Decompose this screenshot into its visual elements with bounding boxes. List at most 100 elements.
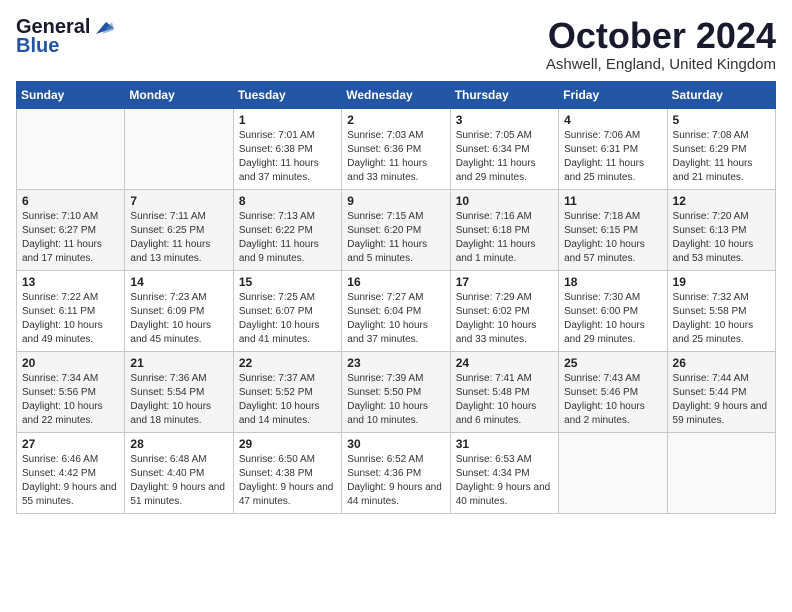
day-info: Sunrise: 7:10 AM Sunset: 6:27 PM Dayligh… [22,210,119,266]
day-info: Sunrise: 7:08 AM Sunset: 6:29 PM Dayligh… [673,129,770,185]
calendar-cell: 15 Sunrise: 7:25 AM Sunset: 6:07 PM Dayli… [233,270,341,351]
day-number: 2 [347,113,444,127]
day-number: 10 [456,194,553,208]
calendar-cell: 24 Sunrise: 7:41 AM Sunset: 5:48 PM Dayli… [450,351,558,432]
day-info: Sunrise: 7:27 AM Sunset: 6:04 PM Dayligh… [347,291,444,347]
week-row-2: 6 Sunrise: 7:10 AM Sunset: 6:27 PM Daylig… [17,189,776,270]
calendar-cell: 12 Sunrise: 7:20 AM Sunset: 6:13 PM Dayli… [667,189,775,270]
calendar-cell [667,432,775,513]
day-info: Sunrise: 7:32 AM Sunset: 5:58 PM Dayligh… [673,291,770,347]
day-header-friday: Friday [559,81,667,108]
day-number: 15 [239,275,336,289]
week-row-3: 13 Sunrise: 7:22 AM Sunset: 6:11 PM Dayli… [17,270,776,351]
location: Ashwell, England, United Kingdom [546,56,776,73]
day-number: 25 [564,356,661,370]
calendar-cell: 8 Sunrise: 7:13 AM Sunset: 6:22 PM Daylig… [233,189,341,270]
day-info: Sunrise: 7:25 AM Sunset: 6:07 PM Dayligh… [239,291,336,347]
day-info: Sunrise: 7:11 AM Sunset: 6:25 PM Dayligh… [130,210,227,266]
calendar-cell: 3 Sunrise: 7:05 AM Sunset: 6:34 PM Daylig… [450,108,558,189]
day-number: 19 [673,275,770,289]
week-row-4: 20 Sunrise: 7:34 AM Sunset: 5:56 PM Dayli… [17,351,776,432]
day-info: Sunrise: 7:13 AM Sunset: 6:22 PM Dayligh… [239,210,336,266]
calendar-cell: 20 Sunrise: 7:34 AM Sunset: 5:56 PM Dayli… [17,351,125,432]
calendar-cell: 7 Sunrise: 7:11 AM Sunset: 6:25 PM Daylig… [125,189,233,270]
logo-blue: Blue [16,35,59,58]
calendar-cell: 30 Sunrise: 6:52 AM Sunset: 4:36 PM Dayli… [342,432,450,513]
day-header-monday: Monday [125,81,233,108]
header-row: SundayMondayTuesdayWednesdayThursdayFrid… [17,81,776,108]
calendar-cell [559,432,667,513]
calendar-cell: 4 Sunrise: 7:06 AM Sunset: 6:31 PM Daylig… [559,108,667,189]
day-info: Sunrise: 7:29 AM Sunset: 6:02 PM Dayligh… [456,291,553,347]
day-info: Sunrise: 7:39 AM Sunset: 5:50 PM Dayligh… [347,372,444,428]
day-info: Sunrise: 7:34 AM Sunset: 5:56 PM Dayligh… [22,372,119,428]
day-info: Sunrise: 6:52 AM Sunset: 4:36 PM Dayligh… [347,453,444,509]
day-info: Sunrise: 7:16 AM Sunset: 6:18 PM Dayligh… [456,210,553,266]
day-number: 5 [673,113,770,127]
month-title: October 2024 [546,16,776,56]
day-header-thursday: Thursday [450,81,558,108]
week-row-5: 27 Sunrise: 6:46 AM Sunset: 4:42 PM Dayli… [17,432,776,513]
day-number: 13 [22,275,119,289]
week-row-1: 1 Sunrise: 7:01 AM Sunset: 6:38 PM Daylig… [17,108,776,189]
calendar-cell: 6 Sunrise: 7:10 AM Sunset: 6:27 PM Daylig… [17,189,125,270]
calendar-table: SundayMondayTuesdayWednesdayThursdayFrid… [16,81,776,514]
day-number: 3 [456,113,553,127]
calendar-cell: 10 Sunrise: 7:16 AM Sunset: 6:18 PM Dayli… [450,189,558,270]
calendar-cell: 16 Sunrise: 7:27 AM Sunset: 6:04 PM Dayli… [342,270,450,351]
day-info: Sunrise: 7:20 AM Sunset: 6:13 PM Dayligh… [673,210,770,266]
day-info: Sunrise: 7:44 AM Sunset: 5:44 PM Dayligh… [673,372,770,428]
day-info: Sunrise: 7:05 AM Sunset: 6:34 PM Dayligh… [456,129,553,185]
logo: General Blue [16,16,114,58]
day-number: 22 [239,356,336,370]
day-header-saturday: Saturday [667,81,775,108]
day-number: 18 [564,275,661,289]
calendar-cell: 9Sunrise: 7:15 AM Sunset: 6:20 PM Daylig… [342,189,450,270]
day-number: 8 [239,194,336,208]
day-number: 29 [239,437,336,451]
calendar-cell [17,108,125,189]
calendar-cell: 13 Sunrise: 7:22 AM Sunset: 6:11 PM Dayli… [17,270,125,351]
day-info: Sunrise: 6:46 AM Sunset: 4:42 PM Dayligh… [22,453,119,509]
calendar-cell: 31 Sunrise: 6:53 AM Sunset: 4:34 PM Dayli… [450,432,558,513]
day-info: Sunrise: 7:36 AM Sunset: 5:54 PM Dayligh… [130,372,227,428]
day-info: Sunrise: 7:18 AM Sunset: 6:15 PM Dayligh… [564,210,661,266]
day-header-tuesday: Tuesday [233,81,341,108]
day-number: 24 [456,356,553,370]
calendar-cell: 23 Sunrise: 7:39 AM Sunset: 5:50 PM Dayli… [342,351,450,432]
day-number: 30 [347,437,444,451]
day-number: 1 [239,113,336,127]
day-info: Sunrise: 6:50 AM Sunset: 4:38 PM Dayligh… [239,453,336,509]
calendar-cell: 27 Sunrise: 6:46 AM Sunset: 4:42 PM Dayli… [17,432,125,513]
day-info: Sunrise: 7:23 AM Sunset: 6:09 PM Dayligh… [130,291,227,347]
day-number: 31 [456,437,553,451]
day-info: Sunrise: 6:48 AM Sunset: 4:40 PM Dayligh… [130,453,227,509]
calendar-cell: 1 Sunrise: 7:01 AM Sunset: 6:38 PM Daylig… [233,108,341,189]
day-number: 6 [22,194,119,208]
calendar-cell: 29 Sunrise: 6:50 AM Sunset: 4:38 PM Dayli… [233,432,341,513]
calendar-cell [125,108,233,189]
calendar-cell: 22Sunrise: 7:37 AM Sunset: 5:52 PM Dayli… [233,351,341,432]
page-header: General Blue October 2024 Ashwell, Engla… [16,16,776,73]
calendar-cell: 18Sunrise: 7:30 AM Sunset: 6:00 PM Dayli… [559,270,667,351]
day-number: 16 [347,275,444,289]
calendar-cell: 19 Sunrise: 7:32 AM Sunset: 5:58 PM Dayli… [667,270,775,351]
day-number: 20 [22,356,119,370]
day-number: 23 [347,356,444,370]
day-number: 12 [673,194,770,208]
day-info: Sunrise: 7:41 AM Sunset: 5:48 PM Dayligh… [456,372,553,428]
day-info: Sunrise: 7:06 AM Sunset: 6:31 PM Dayligh… [564,129,661,185]
day-number: 27 [22,437,119,451]
day-number: 11 [564,194,661,208]
calendar-cell: 28Sunrise: 6:48 AM Sunset: 4:40 PM Dayli… [125,432,233,513]
calendar-cell: 14Sunrise: 7:23 AM Sunset: 6:09 PM Dayli… [125,270,233,351]
calendar-cell: 11 Sunrise: 7:18 AM Sunset: 6:15 PM Dayli… [559,189,667,270]
day-number: 4 [564,113,661,127]
day-number: 7 [130,194,227,208]
day-info: Sunrise: 6:53 AM Sunset: 4:34 PM Dayligh… [456,453,553,509]
day-info: Sunrise: 7:22 AM Sunset: 6:11 PM Dayligh… [22,291,119,347]
day-info: Sunrise: 7:01 AM Sunset: 6:38 PM Dayligh… [239,129,336,185]
day-number: 9 [347,194,444,208]
day-header-sunday: Sunday [17,81,125,108]
title-block: October 2024 Ashwell, England, United Ki… [546,16,776,73]
